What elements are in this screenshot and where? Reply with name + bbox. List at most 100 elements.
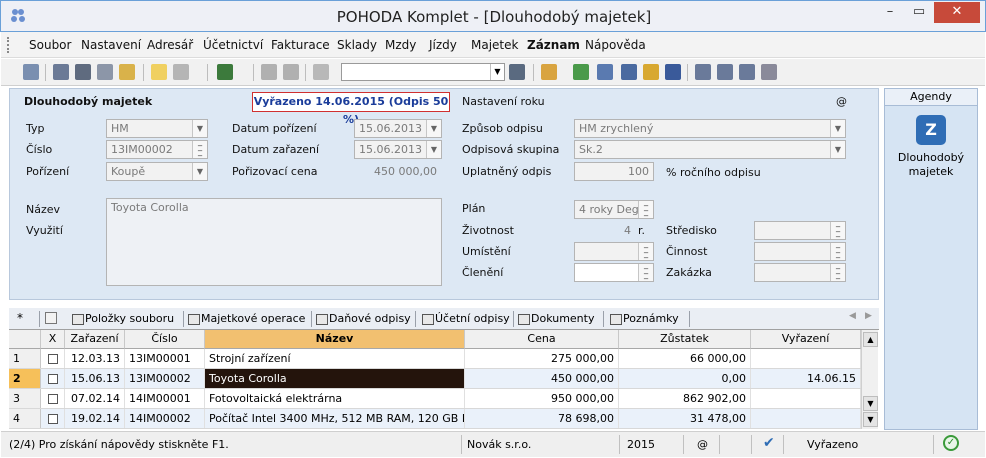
menu-mzdy[interactable]: Mzdy xyxy=(385,38,416,52)
row-checkbox[interactable] xyxy=(47,394,58,404)
menu-soubor[interactable]: Soubor xyxy=(29,38,71,52)
tab-dokumenty[interactable]: Dokumenty xyxy=(517,310,594,328)
help-pointer-icon[interactable] xyxy=(761,64,777,80)
menu-zaznam[interactable]: Záznam xyxy=(527,38,580,52)
folder-icon[interactable] xyxy=(541,64,557,80)
coins-icon[interactable] xyxy=(643,64,659,80)
minimize-button[interactable]: – xyxy=(877,2,903,23)
tab-majetkove-operace[interactable]: Majetkové operace xyxy=(187,310,305,328)
table-row-selected[interactable]: 2 15.06.13 13IM00002 Toyota Corolla 450 … xyxy=(9,369,861,389)
menu-sklady[interactable]: Sklady xyxy=(337,38,377,52)
tab-scroll-right-icon[interactable]: ▶ xyxy=(865,311,872,321)
print-icon[interactable] xyxy=(75,64,91,80)
menu-fakturace[interactable]: Fakturace xyxy=(271,38,330,52)
preview-icon[interactable] xyxy=(97,64,113,80)
list-lookup-icon[interactable]: ‒ ‒ ‒ xyxy=(638,243,653,260)
tab-danove-odpisy[interactable]: Daňové odpisy xyxy=(315,310,411,328)
cell-nazev-focused[interactable]: Toyota Corolla xyxy=(205,369,465,388)
close-button[interactable]: ✕ xyxy=(934,2,980,23)
tab-ucetni-odpisy[interactable]: Účetní odpisy xyxy=(421,310,510,328)
quick-search-combo[interactable]: ▼ xyxy=(341,63,505,81)
tab-scroll-left-icon[interactable]: ◀ xyxy=(849,311,856,321)
chevron-down-icon[interactable]: ▼ xyxy=(426,120,441,137)
dlouhodoby-majetek-icon[interactable]: Z xyxy=(916,115,946,145)
tab-polozky-souboru[interactable]: Položky souboru xyxy=(71,310,174,328)
menu-ucetnictvi[interactable]: Účetnictví xyxy=(203,38,263,52)
agendy-item-dlouhodoby-majetek[interactable]: Dlouhodobý majetek xyxy=(885,151,977,179)
stredisko-field[interactable]: ‒ ‒ ‒ xyxy=(754,221,846,240)
new-record-icon[interactable] xyxy=(151,64,167,80)
filter-icon[interactable] xyxy=(45,312,57,324)
iban-icon[interactable] xyxy=(665,64,681,80)
table-header-zustatek[interactable]: Zůstatek xyxy=(619,330,751,349)
maximize-button[interactable]: ▭ xyxy=(906,2,932,23)
table-header-cislo[interactable]: Číslo xyxy=(125,330,205,349)
zpusob-odpisu-select[interactable]: HM zrychlený ▼ xyxy=(574,119,846,138)
typ-select[interactable]: HM ▼ xyxy=(106,119,208,138)
zakazka-field[interactable]: ‒ ‒ ‒ xyxy=(754,263,846,282)
table-row[interactable]: 1 12.03.13 13IM00001 Strojní zařízení 27… xyxy=(9,349,861,369)
cislo-field[interactable]: 13IM00002 ‒ ‒ ‒ xyxy=(106,140,208,159)
table-header-cena[interactable]: Cena xyxy=(465,330,619,349)
tab-poznamky[interactable]: Poznámky xyxy=(609,310,679,328)
list-lookup-icon[interactable]: ‒ ‒ ‒ xyxy=(830,264,845,281)
calculator-icon[interactable] xyxy=(597,64,613,80)
table-header-vyrazeni[interactable]: Vyřazení xyxy=(751,330,861,349)
scroll-end-icon[interactable]: ▼ xyxy=(863,412,878,427)
chevron-down-icon[interactable]: ▼ xyxy=(192,163,207,180)
menu-napoveda[interactable]: Nápověda xyxy=(585,38,646,52)
agenda-icon[interactable] xyxy=(23,64,39,80)
save-all-icon[interactable] xyxy=(283,64,299,80)
row-checkbox[interactable] xyxy=(47,354,58,364)
export-icon[interactable] xyxy=(119,64,135,80)
uplatneny-odpis-field[interactable]: 100 xyxy=(574,162,654,181)
table-icon[interactable] xyxy=(621,64,637,80)
money-icon[interactable] xyxy=(573,64,589,80)
scroll-up-icon[interactable]: ▲ xyxy=(863,332,878,347)
chevron-down-icon[interactable]: ▼ xyxy=(426,141,441,158)
nazev-field[interactable]: Toyota Corolla xyxy=(106,198,442,286)
row-checkbox[interactable] xyxy=(47,374,58,384)
list-lookup-icon[interactable]: ‒ ‒ ‒ xyxy=(638,264,653,281)
chevron-down-icon[interactable]: ▼ xyxy=(192,120,207,137)
cleneni-field[interactable]: ‒ ‒ ‒ xyxy=(574,263,654,282)
list-lookup-icon[interactable]: ‒ ‒ ‒ xyxy=(638,201,653,218)
menu-adresar[interactable]: Adresář xyxy=(147,38,193,52)
odpisova-skupina-select[interactable]: Sk.2 ▼ xyxy=(574,140,846,159)
list-lookup-icon[interactable]: ‒ ‒ ‒ xyxy=(192,141,207,158)
menu-nastaveni[interactable]: Nastavení xyxy=(81,38,141,52)
chevron-down-icon[interactable]: ▼ xyxy=(830,141,845,158)
plan-field[interactable]: 4 roky Deg ‒ ‒ ‒ xyxy=(574,200,654,219)
table-row[interactable]: 4 19.02.14 14IM00002 Počítač Intel 3400 … xyxy=(9,409,861,429)
table-header-x[interactable]: X xyxy=(41,330,65,349)
zivotnost-field[interactable]: 4 xyxy=(574,221,636,240)
edit-icon[interactable] xyxy=(173,64,189,80)
back-arrow-icon[interactable] xyxy=(217,64,233,80)
porizeni-select[interactable]: Koupě ▼ xyxy=(106,162,208,181)
duplicate-icon[interactable] xyxy=(313,64,329,80)
porizovaci-cena-field[interactable]: 450 000,00 xyxy=(354,162,442,181)
copy-icon[interactable] xyxy=(53,64,69,80)
message-icon[interactable] xyxy=(695,64,711,80)
table-scrollbar[interactable]: ▲ ▼ ▼ xyxy=(861,330,878,429)
scroll-down-icon[interactable]: ▼ xyxy=(863,396,878,411)
save-icon[interactable] xyxy=(261,64,277,80)
filter-icon[interactable] xyxy=(509,64,525,80)
menu-jizdy[interactable]: Jízdy xyxy=(429,38,457,52)
chevron-down-icon[interactable]: ▼ xyxy=(490,64,504,80)
chevron-down-icon[interactable]: ▼ xyxy=(830,120,845,137)
row-checkbox[interactable] xyxy=(47,414,58,424)
list-lookup-icon[interactable]: ‒ ‒ ‒ xyxy=(830,222,845,239)
table-header-nazev[interactable]: Název xyxy=(205,330,465,349)
cinnost-field[interactable]: ‒ ‒ ‒ xyxy=(754,242,846,261)
datum-zarazeni-field[interactable]: 15.06.2013 ▼ xyxy=(354,140,442,159)
list-lookup-icon[interactable]: ‒ ‒ ‒ xyxy=(830,243,845,260)
umisteni-field[interactable]: ‒ ‒ ‒ xyxy=(574,242,654,261)
datum-porizeni-field[interactable]: 15.06.2013 ▼ xyxy=(354,119,442,138)
menu-majetek[interactable]: Majetek xyxy=(471,38,518,52)
table-row[interactable]: 3 07.02.14 14IM00001 Fotovoltaická elekt… xyxy=(9,389,861,409)
list-icon[interactable] xyxy=(717,64,733,80)
asterisk-icon[interactable]: * xyxy=(17,311,23,325)
report-icon[interactable] xyxy=(739,64,755,80)
table-header-zarazeni[interactable]: Zařazení xyxy=(65,330,125,349)
